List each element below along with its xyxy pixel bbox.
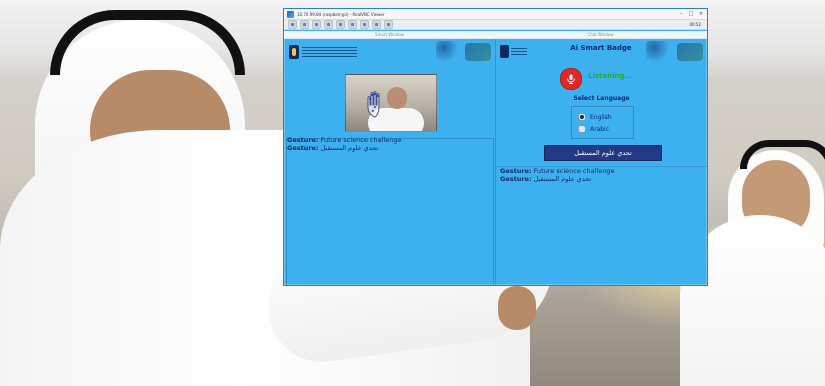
- language-options: English Arabic: [571, 106, 634, 139]
- right-event-logo-arabic: [646, 41, 674, 63]
- right-gesture-log: Gesture: Future science challenge Gestur…: [500, 167, 705, 184]
- gesture-log: Gesture: Future science challenge Gestur…: [287, 136, 492, 153]
- left-logo-emblem: [289, 45, 299, 59]
- app-content: Gesture: Future science challenge Gestur…: [284, 39, 707, 285]
- right-subtitle: Chat Window: [587, 32, 614, 37]
- arabic-phrase-button[interactable]: تحدي علوم المستقبل: [544, 145, 662, 161]
- toolbar-time: 00:52: [689, 22, 701, 27]
- mic-button[interactable]: [560, 68, 582, 90]
- left-event-logo: [436, 41, 491, 63]
- toolbar-bluetooth-icon[interactable]: [360, 20, 369, 29]
- right-logo-emblem: [500, 45, 509, 58]
- right-event-logo: [646, 41, 704, 63]
- toolbar-folder-icon[interactable]: [312, 20, 321, 29]
- window-toolbar: 00:52: [284, 20, 707, 30]
- listening-status: Listening...: [588, 72, 633, 80]
- close-icon[interactable]: ×: [698, 11, 704, 17]
- app-icon: [287, 10, 294, 18]
- mic-icon: [567, 74, 575, 84]
- left-header-logo: [289, 44, 359, 62]
- hand-landmarks-icon: [364, 89, 386, 119]
- person-left-agal: [50, 10, 245, 75]
- subtitle-bar: Smart Window Chat Window: [284, 31, 707, 39]
- app-title: Ai Smart Badge: [570, 44, 632, 52]
- radio-arabic[interactable]: [578, 125, 586, 133]
- language-label-english: English: [590, 113, 612, 121]
- maximize-icon[interactable]: □: [688, 11, 694, 17]
- person-left-hand: [498, 286, 536, 330]
- right-event-logo-badge: [677, 43, 703, 61]
- gesture-log-panel: [286, 138, 494, 285]
- right-header-logo: [500, 44, 528, 62]
- window-title: 10.70.99.84 (raspberrypi) - RealVNC View…: [297, 11, 385, 17]
- language-label-arabic: Arabic: [590, 125, 610, 133]
- language-option-english[interactable]: English: [578, 113, 612, 121]
- language-title: Select Language: [573, 95, 630, 102]
- right-gesture-line-2: Gesture: تحدي علوم المستقبل: [500, 174, 705, 184]
- left-subtitle: Smart Window: [374, 32, 405, 37]
- toolbar-raspberry-icon[interactable]: [288, 20, 297, 29]
- gesture-line-2: Gesture: تحدي علوم المستقبل: [287, 143, 492, 153]
- gesture-text: تحدي علوم المستقبل: [320, 143, 379, 152]
- left-event-logo-badge: [465, 43, 491, 61]
- vnc-window: 10.70.99.84 (raspberrypi) - RealVNC View…: [283, 8, 708, 286]
- language-selector: Select Language English Arabic: [567, 95, 636, 140]
- language-option-arabic[interactable]: Arabic: [578, 125, 609, 133]
- toolbar-globe-icon[interactable]: [300, 20, 309, 29]
- camera-person-face: [387, 87, 407, 109]
- toolbar-terminal-icon[interactable]: [324, 20, 333, 29]
- toolbar-volume-icon[interactable]: [384, 20, 393, 29]
- toolbar-settings-icon[interactable]: [348, 20, 357, 29]
- gesture-text: تحدي علوم المستقبل: [533, 174, 592, 183]
- left-event-logo-arabic: [436, 41, 462, 63]
- minimize-icon[interactable]: –: [678, 11, 684, 17]
- gesture-label: Gesture:: [287, 143, 319, 152]
- window-titlebar[interactable]: 10.70.99.84 (raspberrypi) - RealVNC View…: [284, 9, 707, 20]
- right-logo-text-lines: [511, 48, 527, 57]
- toolbar-wifi-icon[interactable]: [372, 20, 381, 29]
- gesture-label: Gesture:: [500, 174, 532, 183]
- left-logo-text-lines: [302, 47, 357, 57]
- window-controls: – □ ×: [678, 11, 707, 17]
- camera-feed: [345, 74, 437, 132]
- toolbar-camera-icon[interactable]: [336, 20, 345, 29]
- radio-english[interactable]: [578, 113, 586, 121]
- panel-divider: [495, 39, 496, 285]
